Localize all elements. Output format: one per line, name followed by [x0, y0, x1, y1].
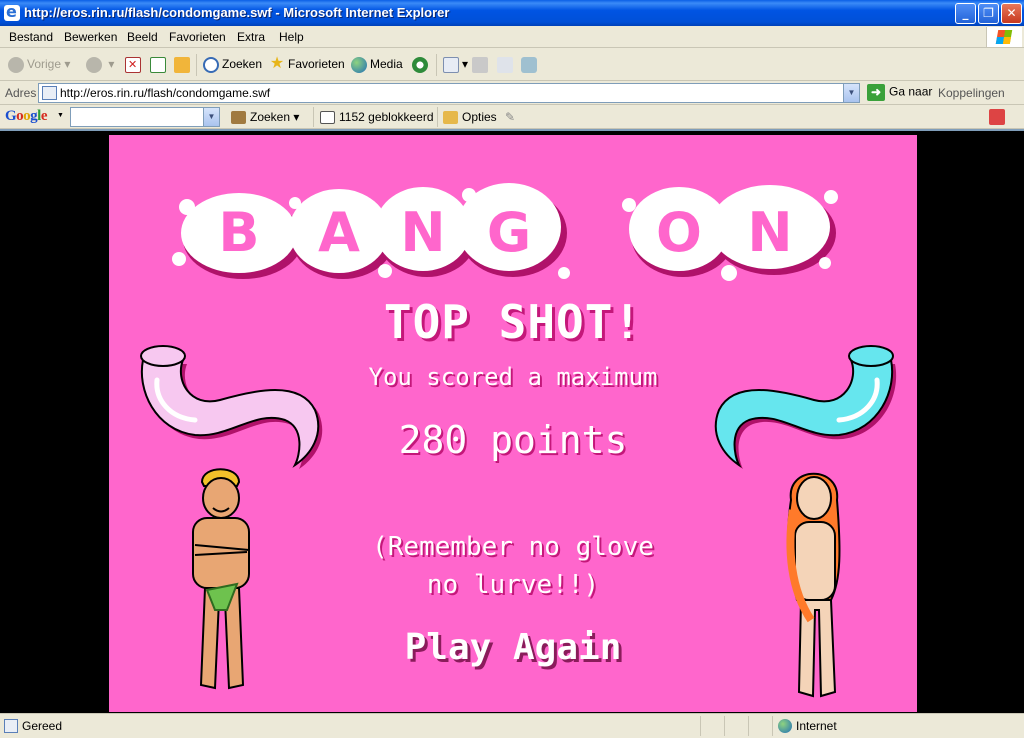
edit-button[interactable] [497, 55, 516, 75]
google-toolbar: Google ▼ ▼ Zoeken ▾ 1152 geblokkeerd Opt… [0, 105, 1024, 129]
status-bar: Gereed Internet [0, 713, 1024, 738]
menu-extra[interactable]: Extra [237, 30, 265, 44]
menu-favorieten[interactable]: Favorieten [169, 30, 226, 44]
forward-arrow-icon [86, 56, 102, 73]
browser-window: http://eros.rin.ru/flash/condomgame.swf … [0, 0, 1024, 738]
google-search-dropdown[interactable]: ▼ [203, 108, 219, 126]
pink-condom-graphic [140, 345, 323, 469]
bang-on-logo: B A N G O N [109, 177, 917, 287]
svg-text:N: N [400, 201, 445, 264]
history-icon [412, 56, 428, 73]
print-button[interactable] [472, 55, 491, 75]
home-icon [174, 56, 190, 73]
popup-blocker-button[interactable]: 1152 geblokkeerd [320, 110, 434, 125]
menu-bar: Bestand Bewerken Beeld Favorieten Extra … [0, 26, 1024, 48]
restore-button[interactable]: ❐ [978, 3, 999, 24]
home-button[interactable] [174, 55, 193, 75]
options-button[interactable]: Opties [443, 110, 497, 125]
history-button[interactable] [412, 55, 431, 75]
google-search-button[interactable]: Zoeken ▾ [231, 110, 299, 125]
address-dropdown-button[interactable]: ▼ [843, 84, 859, 102]
flash-game[interactable]: B A N G O N TOP SHOT! You scored a maxim… [109, 135, 917, 712]
messenger-icon [521, 56, 537, 73]
go-arrow-icon: ➜ [867, 84, 885, 101]
menu-bewerken[interactable]: Bewerken [64, 30, 117, 44]
back-button[interactable]: Vorige ▾ [8, 55, 70, 75]
printer-icon [472, 56, 488, 73]
mail-icon [443, 56, 459, 73]
menu-help[interactable]: Help [279, 30, 304, 44]
svg-text:B: B [218, 201, 259, 264]
security-zone-label: Internet [796, 719, 837, 733]
binoculars-icon [231, 111, 246, 125]
window-title: http://eros.rin.ru/flash/condomgame.swf … [24, 5, 450, 20]
options-label: Opties [462, 110, 497, 124]
links-button[interactable]: Koppelingen [938, 86, 1005, 100]
options-icon [443, 111, 458, 125]
address-input[interactable]: http://eros.rin.ru/flash/condomgame.swf … [38, 83, 860, 103]
adam-figure [192, 468, 250, 690]
address-url[interactable]: http://eros.rin.ru/flash/condomgame.swf [60, 86, 270, 100]
splat-logo-graphic: B A N G O N [172, 183, 838, 281]
close-button[interactable]: ✕ [1001, 3, 1022, 24]
translate-icon[interactable] [989, 109, 1005, 125]
page-content: B A N G O N TOP SHOT! You scored a maxim… [0, 129, 1024, 713]
mail-button[interactable]: ▾ [443, 55, 468, 75]
menu-beeld[interactable]: Beeld [127, 30, 158, 44]
favorites-button[interactable]: ★ Favorieten [269, 55, 345, 75]
google-logo[interactable]: Google [5, 108, 48, 125]
stop-button[interactable] [125, 55, 144, 75]
minimize-button[interactable]: _ [955, 3, 976, 24]
pen-icon[interactable]: ✎ [505, 110, 515, 124]
star-icon: ★ [269, 54, 285, 72]
address-bar: Adres http://eros.rin.ru/flash/condomgam… [0, 81, 1024, 105]
media-icon [351, 56, 367, 73]
menu-bestand[interactable]: Bestand [9, 30, 53, 44]
messenger-button[interactable] [521, 55, 540, 75]
back-label: Vorige [27, 57, 62, 71]
popups-blocked-count: 1152 geblokkeerd [339, 110, 434, 124]
go-button[interactable]: ➜ Ga naar [867, 84, 932, 101]
page-icon [42, 86, 57, 100]
svg-text:N: N [747, 201, 792, 264]
google-search-label: Zoeken [250, 110, 291, 124]
svg-text:G: G [487, 201, 531, 264]
media-button[interactable]: Media [351, 55, 403, 75]
internet-zone-icon [778, 719, 792, 733]
ie-icon [4, 2, 20, 21]
back-arrow-icon [8, 56, 24, 73]
stop-icon [125, 56, 141, 74]
standard-toolbar: Vorige ▾ ▾ Zoeken ★Favorieten Media ▾ [0, 48, 1024, 81]
svg-text:A: A [318, 201, 360, 264]
page-status-icon [4, 719, 18, 733]
google-menu-caret-icon[interactable]: ▼ [57, 112, 64, 119]
blue-condom-graphic [714, 345, 897, 469]
search-label: Zoeken [222, 57, 263, 71]
go-label: Ga naar [889, 84, 933, 99]
edit-icon [497, 56, 513, 73]
svg-text:O: O [656, 201, 702, 264]
eve-figure [786, 472, 841, 698]
address-label: Adres [5, 86, 37, 100]
popup-blocker-icon [320, 111, 335, 125]
refresh-button[interactable] [150, 55, 169, 75]
refresh-icon [150, 56, 166, 73]
forward-button[interactable]: ▾ [86, 55, 114, 75]
search-icon [203, 56, 219, 73]
google-search-input[interactable]: ▼ [70, 107, 220, 127]
search-button[interactable]: Zoeken [203, 55, 262, 75]
windows-logo-icon [986, 27, 1022, 47]
favorites-label: Favorieten [288, 57, 345, 71]
title-bar: http://eros.rin.ru/flash/condomgame.swf … [0, 0, 1024, 26]
status-text: Gereed [22, 719, 63, 733]
media-label: Media [370, 57, 403, 71]
